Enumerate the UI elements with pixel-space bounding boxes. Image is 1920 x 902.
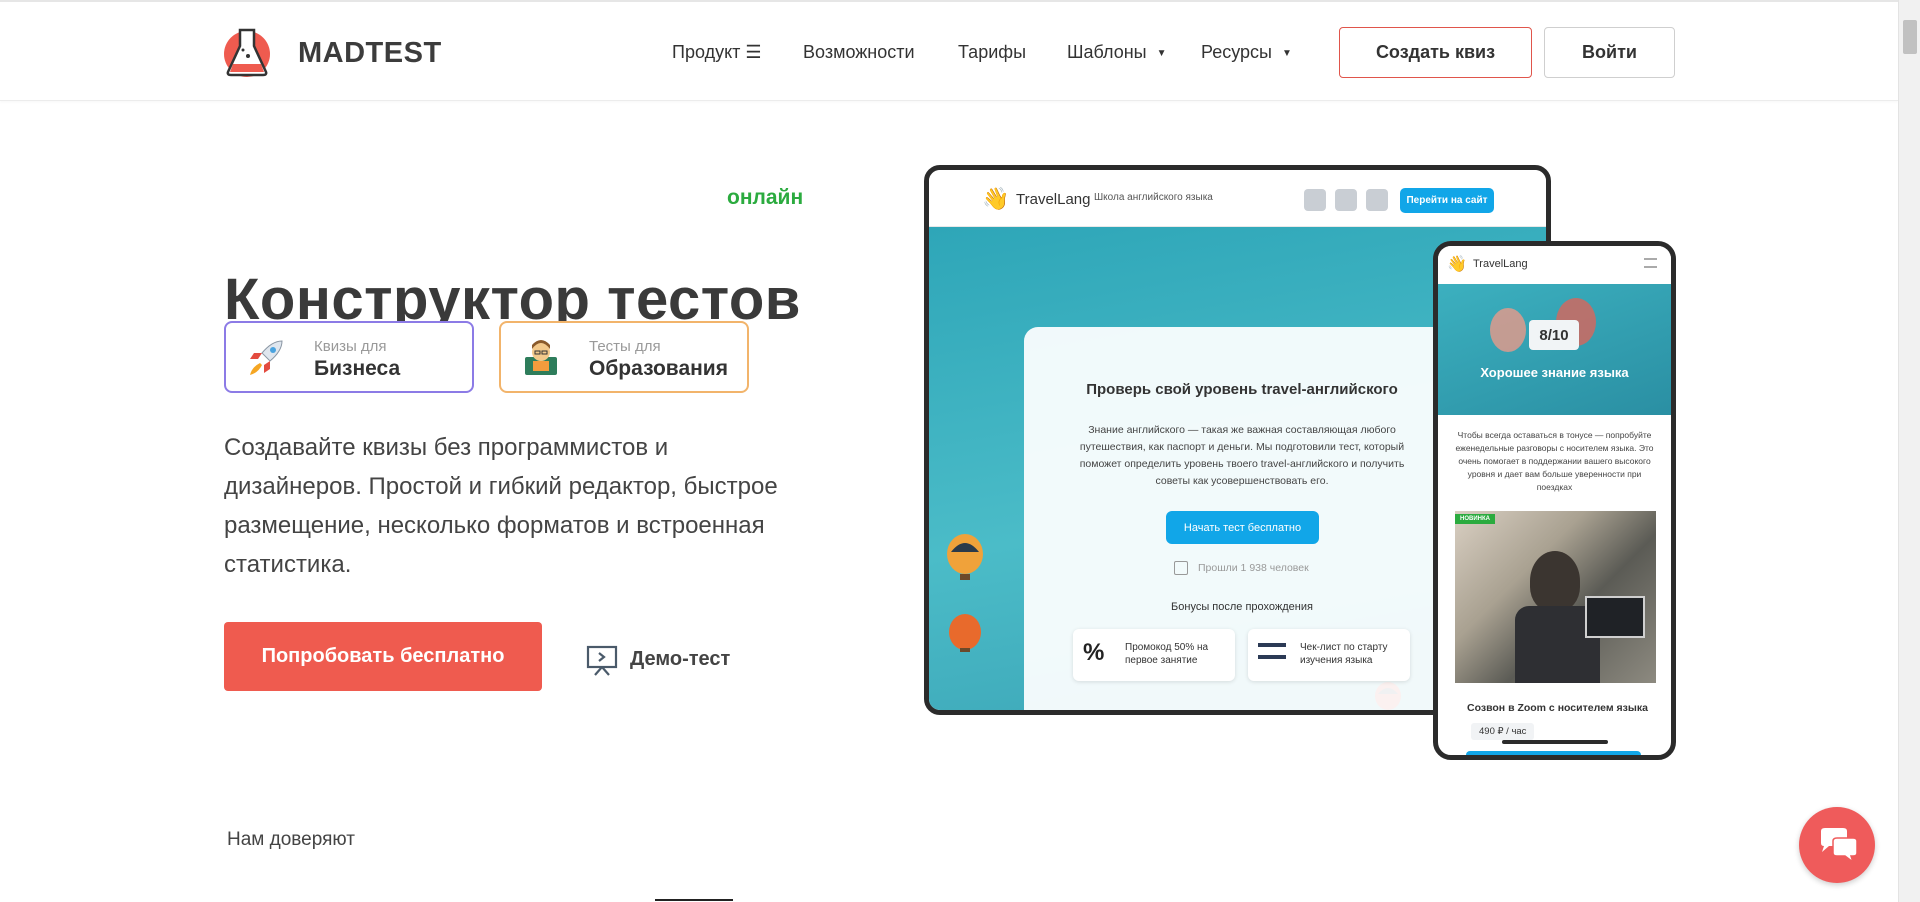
- pill-education[interactable]: Тесты для Образования: [499, 321, 749, 393]
- scrollbar-thumb[interactable]: [1903, 20, 1917, 54]
- phone-brand: TravelLang: [1473, 258, 1528, 270]
- login-button[interactable]: Войти: [1544, 27, 1675, 78]
- phone-topbar: 👋 TravelLang: [1438, 246, 1671, 284]
- bonus-card-promo: % Промокод 50% на первое занятие: [1073, 629, 1235, 681]
- pill-business-main: Бизнеса: [314, 357, 401, 380]
- quiz-title: Проверь свой уровень travel-английского: [1086, 381, 1398, 398]
- nav-product[interactable]: Продукт ☰: [672, 42, 762, 63]
- teacher-icon: [525, 340, 557, 375]
- hero-online-word: онлайн: [727, 186, 804, 209]
- bonus-1-text: Промокод 50% на первое занятие: [1125, 642, 1209, 666]
- preview-brand: TravelLang: [1016, 191, 1091, 208]
- offer-photo: [1455, 511, 1656, 683]
- quiz-card: Проверь свой уровень travel-английского …: [1024, 327, 1460, 710]
- nav-resources-label: Ресурсы: [1201, 42, 1272, 62]
- person-silhouette: [1530, 551, 1580, 611]
- bonus-title: Бонусы после прохождения: [1171, 601, 1313, 613]
- chat-button[interactable]: [1799, 807, 1875, 883]
- pill-education-sub: Тесты для: [589, 338, 661, 355]
- telegram-icon[interactable]: [1335, 189, 1357, 211]
- menu-icon[interactable]: [1644, 258, 1657, 268]
- phone-buy-button[interactable]: [1466, 751, 1641, 755]
- pill-education-main: Образования: [589, 357, 728, 380]
- laptop-screen: [1585, 596, 1645, 638]
- wave-hand-icon: 👋: [982, 186, 1010, 211]
- bonus-card-checklist: Чек-лист по старту изучения языка: [1248, 629, 1410, 681]
- result-title: Хорошее знание языка: [1480, 365, 1629, 380]
- wave-hand-icon: 👋: [1447, 256, 1467, 273]
- offer-title: Созвон в Zoom с носителем языка: [1467, 702, 1648, 714]
- checklist-icon-line: [1258, 655, 1286, 659]
- phone-result-text: Чтобы всегда оставаться в тонусе — попро…: [1455, 430, 1654, 492]
- new-badge: НОВИНКА: [1455, 514, 1495, 524]
- go-to-site-button[interactable]: Перейти на сайт: [1400, 188, 1494, 213]
- pill-business-sub: Квизы для: [314, 338, 387, 355]
- phone-preview: 👋 TravelLang 8/10 Хорошее знание языка Ч…: [1433, 241, 1676, 760]
- balloon-icon: [947, 534, 983, 652]
- preview-tagline: Школа английского языка: [1094, 192, 1213, 203]
- nav-features[interactable]: Возможности: [803, 42, 915, 63]
- percent-icon: %: [1083, 639, 1105, 666]
- demo-test-link[interactable]: Демо-тест: [630, 648, 730, 671]
- start-test-button[interactable]: Начать тест бесплатно: [1166, 511, 1319, 544]
- nav-templates[interactable]: Шаблоны ▼: [1067, 42, 1167, 63]
- nav-resources[interactable]: Ресурсы ▼: [1201, 42, 1292, 63]
- score-badge: 8/10: [1529, 320, 1579, 350]
- phone-result-banner: 8/10 Хорошее знание языка: [1438, 284, 1671, 415]
- checklist-icon: [1258, 643, 1286, 647]
- caret-down-icon: ▼: [1156, 48, 1167, 59]
- whatsapp-icon[interactable]: [1366, 189, 1388, 211]
- hero-description: Создавайте квизы без программистов и диз…: [224, 434, 778, 578]
- create-quiz-button[interactable]: Создать квиз: [1339, 27, 1532, 78]
- preview-topbar: 👋 TravelLang Школа английского языка Пер…: [929, 170, 1546, 227]
- rocket-icon: [250, 340, 283, 375]
- pill-business[interactable]: Квизы для Бизнеса: [224, 321, 474, 393]
- quiz-text: Знание английского — такая же важная сос…: [1079, 424, 1405, 487]
- vk-icon[interactable]: [1304, 189, 1326, 211]
- offer-price: 490 ₽ / час: [1471, 723, 1535, 740]
- nav-templates-label: Шаблоны: [1067, 42, 1147, 62]
- bonus-2-text: Чек-лист по старту изучения языка: [1300, 642, 1388, 666]
- presentation-icon[interactable]: [585, 644, 619, 676]
- caret-down-icon: ▼: [1281, 48, 1292, 59]
- stats-icon: [1174, 561, 1188, 575]
- try-free-button[interactable]: Попробовать бесплатно: [224, 622, 542, 691]
- page-scrollbar[interactable]: [1898, 0, 1920, 902]
- home-indicator: [1502, 740, 1608, 744]
- flask-logo-icon[interactable]: [222, 26, 272, 78]
- trust-heading: Нам доверяют: [227, 829, 355, 850]
- partner-logo-fragment: [655, 899, 733, 901]
- nav-pricing[interactable]: Тарифы: [958, 42, 1026, 63]
- site-header: MADTEST Продукт ☰ Возможности Тарифы Шаб…: [0, 0, 1898, 101]
- chat-icon: [1821, 828, 1858, 863]
- passed-count: Прошли 1 938 человек: [1198, 562, 1309, 574]
- logo-text[interactable]: MADTEST: [298, 37, 442, 70]
